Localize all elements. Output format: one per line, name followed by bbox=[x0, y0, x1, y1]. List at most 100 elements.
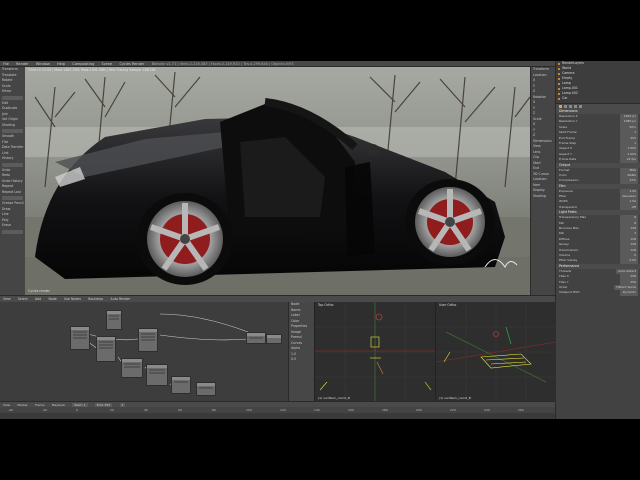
outliner-row[interactable]: Car bbox=[556, 96, 640, 101]
node-group-g[interactable] bbox=[196, 382, 216, 396]
timeline-tick-label: -40 bbox=[8, 408, 13, 412]
timeline-tick-label: 180 bbox=[382, 408, 388, 412]
image-node[interactable] bbox=[70, 326, 90, 350]
node-group-d[interactable] bbox=[121, 358, 143, 378]
timeline-ruler: -40 -20 0 20 40 60 80 100 120 140 160 180 200 220 240 2… bbox=[0, 407, 555, 413]
property-value-field[interactable]: 8 bbox=[620, 215, 638, 221]
world-tab-icon[interactable] bbox=[569, 105, 572, 108]
node-sidebar: Node Name Label Color Properties Image Premul C… bbox=[288, 302, 315, 401]
viewport-user-ortho[interactable]: User Ortho (1) sunflex1_carrot_B bbox=[435, 302, 556, 401]
node-group-a[interactable] bbox=[106, 310, 122, 330]
property-value-field[interactable]: 256 bbox=[620, 274, 638, 280]
timeline-tick-label: 100 bbox=[246, 408, 252, 412]
tool-shelf-divider bbox=[2, 162, 23, 167]
object-type-icon bbox=[558, 97, 560, 100]
property-value-field[interactable]: 128 bbox=[620, 242, 638, 248]
viewport-top-grid bbox=[315, 302, 436, 401]
property-label: Viewport BVH bbox=[559, 290, 580, 295]
outliner-row-label: Empty bbox=[562, 76, 573, 80]
object-type-icon bbox=[558, 77, 560, 80]
object-type-icon bbox=[558, 72, 560, 75]
property-value-field[interactable]: Off bbox=[620, 204, 638, 211]
tool-shelf-item[interactable]: Repeat Last bbox=[0, 190, 25, 196]
tool-shelf-divider bbox=[2, 129, 23, 133]
material-tab-icon[interactable] bbox=[579, 105, 582, 108]
tool-shelf-divider bbox=[2, 95, 23, 100]
property-label: Filter Glossy bbox=[559, 258, 578, 263]
timeline[interactable]: -40 -20 0 20 40 60 80 100 120 140 160 180 200 220 240 2… bbox=[0, 407, 555, 419]
property-value-field[interactable]: 1.000 bbox=[620, 146, 638, 152]
object-type-icon bbox=[558, 92, 560, 95]
render-image bbox=[25, 67, 530, 295]
property-value-field[interactable]: 1 bbox=[620, 130, 638, 136]
render-stats: Time:11:11.04 | Mem:1482.10M, Peak:1491.… bbox=[28, 68, 156, 72]
properties-sections: Dimensions Resolution X 1920 px Resolution … bbox=[556, 109, 640, 296]
outliner-row-label: RenderLayers bbox=[562, 61, 584, 65]
viewport-top-ortho[interactable]: Top Ortho (1) sunflex1_carrot_B bbox=[314, 302, 436, 401]
viewport-title: Top Ortho bbox=[318, 303, 334, 307]
tool-shelf-item[interactable]: History bbox=[0, 156, 25, 162]
outliner-row-label: Car bbox=[562, 96, 568, 100]
timeline-tick-label: 60 bbox=[178, 408, 182, 412]
tool-shelf-item[interactable]: Mirror bbox=[0, 89, 25, 95]
tool-shelf-item[interactable]: Data Transfer bbox=[0, 145, 25, 151]
property-row: Viewport BVH Dynamic bbox=[556, 290, 640, 296]
render-view[interactable]: Time:11:11.04 | Mem:1482.10M, Peak:1491.… bbox=[25, 67, 530, 295]
outliner-row-label: Camera bbox=[562, 71, 575, 75]
timeline-tick-label: 140 bbox=[314, 408, 320, 412]
viewport-title: User Ortho bbox=[439, 303, 457, 307]
outliner-row-label: Lamp.002 bbox=[562, 91, 578, 95]
properties-region-item[interactable]: Shading bbox=[531, 194, 556, 200]
timeline-tick-label: 200 bbox=[416, 408, 422, 412]
tool-shelf-item[interactable]: Grease Pencil bbox=[0, 201, 25, 207]
tool-shelf-item[interactable]: Erase bbox=[0, 223, 25, 229]
tool-shelf-divider bbox=[2, 229, 23, 234]
object-type-icon bbox=[558, 82, 560, 85]
timeline-tick-label: 80 bbox=[212, 408, 216, 412]
timeline-tick-label: -20 bbox=[42, 408, 47, 412]
timeline-tick-label: 160 bbox=[348, 408, 354, 412]
node-group-b[interactable] bbox=[138, 328, 158, 352]
tool-shelf-divider bbox=[2, 196, 23, 200]
object-tab-icon[interactable] bbox=[574, 105, 577, 108]
composite-node[interactable] bbox=[246, 332, 266, 344]
outliner: RenderLayers World Camera Empty Lamp Lamp.001… bbox=[556, 61, 640, 104]
object-type-icon bbox=[558, 87, 560, 90]
viewer-node[interactable] bbox=[266, 334, 282, 344]
viewport-object-label: (1) sunflex1_carrot_B bbox=[439, 396, 471, 400]
timeline-tick-label: 260 bbox=[518, 408, 524, 412]
render-tab-icon[interactable] bbox=[559, 105, 562, 108]
property-value-field[interactable]: 1080 px bbox=[620, 119, 638, 125]
node-group-c[interactable] bbox=[96, 336, 116, 362]
property-value-field[interactable]: 24 fps bbox=[620, 157, 638, 163]
object-type-icon bbox=[558, 67, 560, 70]
timeline-tick-label: 120 bbox=[280, 408, 286, 412]
outliner-row-label: World bbox=[562, 66, 572, 70]
property-value-field[interactable]: Dynamic bbox=[620, 290, 638, 296]
viewport-object-label: (1) sunflex1_carrot_B bbox=[318, 396, 350, 400]
property-value-field[interactable]: 0.00 bbox=[620, 258, 638, 264]
blender-window: File Render Window Help Compositing Scen… bbox=[0, 61, 640, 419]
scene-tab-icon[interactable] bbox=[564, 105, 567, 108]
property-value-field[interactable]: 15% bbox=[620, 178, 638, 184]
tool-shelf: Transform Translate Rotate Scale Mirror Edit D… bbox=[0, 67, 26, 295]
node-editor[interactable] bbox=[0, 302, 288, 401]
viewport-user-grid bbox=[436, 302, 556, 401]
object-type-icon bbox=[558, 62, 560, 65]
node-group-f[interactable] bbox=[171, 376, 191, 394]
properties-editor: RenderLayers World Camera Empty Lamp Lamp.001… bbox=[555, 61, 640, 419]
property-label: Compression bbox=[559, 178, 579, 183]
tool-shelf-item[interactable]: Shading bbox=[0, 123, 25, 129]
outliner-row-label: Lamp bbox=[562, 81, 571, 85]
outliner-row-label: Lamp.001 bbox=[562, 86, 578, 90]
property-label: Frame Rate bbox=[559, 157, 577, 162]
render-engine-label: Cycles render bbox=[28, 289, 50, 293]
timeline-tick-label: 240 bbox=[484, 408, 490, 412]
properties-region: Transform Location X Y Z Rotation X Y Z Scale X Y Z D… bbox=[530, 67, 556, 295]
timeline-tick-label: 0 bbox=[76, 408, 78, 412]
node-sidebar-item[interactable]: 0.5 bbox=[289, 357, 315, 363]
timeline-tick-label: 20 bbox=[110, 408, 114, 412]
node-group-e[interactable] bbox=[146, 364, 168, 386]
timeline-tick-label: 40 bbox=[144, 408, 148, 412]
timeline-tick-label: 220 bbox=[450, 408, 456, 412]
